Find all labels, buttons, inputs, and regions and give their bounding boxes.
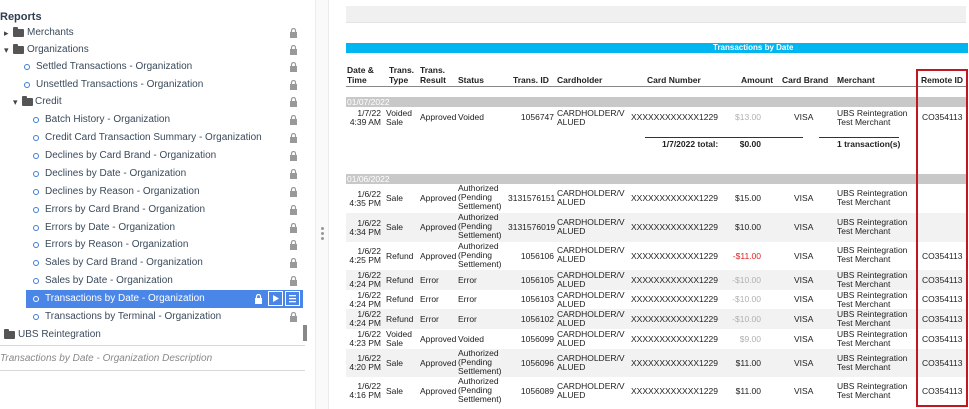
lock-icon [255, 294, 262, 304]
tree-item-cc-summary[interactable]: Credit Card Transaction Summary - Organi… [0, 129, 315, 147]
lock-icon [290, 45, 297, 55]
tree-item-sales-date[interactable]: Sales by Date - Organization [0, 272, 315, 290]
report-title-banner: Transactions by Date [346, 43, 968, 53]
tree-item-ubs-reintegration[interactable]: UBS Reintegration [0, 326, 315, 344]
header-merchant: Merchant [837, 75, 875, 85]
lock-icon [290, 276, 297, 286]
run-report-button[interactable] [268, 291, 283, 306]
table-row[interactable]: 1/6/22 4:23 PM Voided Sale Approved Void… [346, 329, 968, 349]
report-dot-icon [33, 260, 39, 266]
lock-icon [290, 258, 297, 268]
divider [0, 345, 305, 346]
report-description: Transactions by Date - Organization Desc… [0, 353, 213, 364]
table-row[interactable]: 1/6/22 4:25 PM Refund Approved Authorize… [346, 242, 968, 270]
chevron-right-icon[interactable]: ▸ [4, 24, 9, 42]
remote-id-highlight [916, 69, 968, 407]
report-toolbar [346, 6, 966, 23]
report-dot-icon [24, 64, 30, 70]
panel-splitter[interactable] [315, 0, 329, 409]
total-divider [819, 137, 899, 138]
date-group-header: 01/06/2022 [346, 174, 968, 184]
table-row[interactable]: 1/6/22 4:24 PM Refund Error Error 105610… [346, 290, 968, 309]
tree-item-sales-card-brand[interactable]: Sales by Card Brand - Organization [0, 254, 315, 272]
header-status: Status [458, 75, 484, 85]
header-result: Trans. Result [420, 65, 446, 85]
report-dot-icon [33, 207, 39, 213]
header-divider [346, 86, 968, 87]
header-amount: Amount [741, 75, 774, 85]
report-dot-icon [33, 225, 39, 231]
folder-icon [22, 96, 33, 106]
report-dot-icon [24, 82, 30, 88]
report-dot-icon [33, 296, 39, 302]
lock-icon [290, 151, 297, 161]
tree-item-transactions-by-date[interactable]: Transactions by Date - Organization [26, 290, 303, 308]
lock-icon [290, 80, 297, 90]
reports-heading: Reports [0, 11, 42, 23]
report-dot-icon [33, 189, 39, 195]
report-menu-button[interactable] [285, 291, 300, 306]
report-viewer: Transactions by Date Date & Time Trans. Ty… [329, 0, 969, 409]
tree-item-errors-card-brand[interactable]: Errors by Card Brand - Organization [0, 201, 315, 219]
group-total-row: 1/7/2022 total: $0.00 1 transaction(s) [662, 139, 901, 149]
tree-item-declines-card-brand[interactable]: Declines by Card Brand - Organization [0, 147, 315, 165]
tree-item-errors-date[interactable]: Errors by Date - Organization [0, 219, 315, 237]
header-cardholder: Cardholder [557, 75, 603, 85]
divider [0, 370, 305, 371]
folder-icon [13, 27, 24, 37]
tree-item-declines-date[interactable]: Declines by Date - Organization [0, 165, 315, 183]
report-dot-icon [33, 153, 39, 159]
report-dot-icon [33, 117, 39, 123]
menu-icon [289, 295, 296, 303]
lock-icon [290, 223, 297, 233]
header-card-number: Card Number [647, 75, 701, 85]
header-trans-id: Trans. ID [513, 75, 549, 85]
tree-item-batch-history[interactable]: Batch History - Organization [0, 111, 315, 129]
tree-item-errors-reason[interactable]: Errors by Reason - Organization [0, 236, 315, 254]
tree-item-organizations[interactable]: ▾ Organizations [0, 41, 315, 59]
header-date: Date & Time [347, 65, 374, 85]
table-row[interactable]: 1/6/22 4:20 PM Sale Approved Authorized … [346, 349, 968, 377]
lock-icon [290, 169, 297, 179]
tree-item-credit[interactable]: ▾ Credit [0, 93, 315, 111]
report-dot-icon [33, 171, 39, 177]
table-row[interactable]: 1/6/22 4:16 PM Sale Approved Authorized … [346, 377, 968, 407]
play-icon [273, 295, 279, 302]
tree-item-merchants[interactable]: ▸ Merchants [0, 24, 315, 42]
table-row[interactable]: 1/6/22 4:24 PM Refund Error Error 105610… [346, 309, 968, 329]
drag-handle-icon[interactable] [321, 227, 324, 247]
table-row[interactable]: 1/6/22 4:24 PM Refund Error Error 105610… [346, 270, 968, 290]
lock-icon [290, 240, 297, 250]
report-dot-icon [33, 278, 39, 284]
report-dot-icon [33, 314, 39, 320]
lock-icon [290, 115, 297, 125]
lock-icon [290, 97, 297, 107]
folder-icon [13, 44, 24, 54]
lock-icon [290, 28, 297, 38]
report-tree-panel: Reports ▸ Merchants ▾ Organizations Sett… [0, 0, 315, 409]
lock-icon [290, 187, 297, 197]
table-row[interactable]: 1/7/22 4:39 AM Voided Sale Approved Void… [346, 107, 968, 130]
lock-icon [290, 312, 297, 322]
tree-item-unsettled-transactions[interactable]: Unsettled Transactions - Organization [0, 76, 315, 94]
lock-icon [290, 62, 297, 72]
table-row[interactable]: 1/6/22 4:35 PM Sale Approved Authorized … [346, 184, 968, 213]
header-type: Trans. Type [389, 65, 415, 85]
table-row[interactable]: 1/6/22 4:34 PM Sale Approved Authorized … [346, 213, 968, 242]
tree-item-settled-transactions[interactable]: Settled Transactions - Organization [0, 58, 315, 76]
lock-icon [290, 205, 297, 215]
tree-scrollbar[interactable] [303, 325, 307, 341]
folder-icon [4, 329, 15, 339]
date-group-header: 01/07/2022 [346, 97, 968, 107]
lock-icon [290, 133, 297, 143]
tree-item-declines-reason[interactable]: Declines by Reason - Organization [0, 183, 315, 201]
total-divider [645, 137, 803, 138]
report-dot-icon [33, 135, 39, 141]
tree-item-transactions-by-terminal[interactable]: Transactions by Terminal - Organization [0, 308, 315, 326]
report-dot-icon [33, 242, 39, 248]
chevron-down-icon[interactable]: ▾ [13, 93, 18, 111]
chevron-down-icon[interactable]: ▾ [4, 41, 9, 59]
header-card-brand: Card Brand [782, 75, 829, 85]
